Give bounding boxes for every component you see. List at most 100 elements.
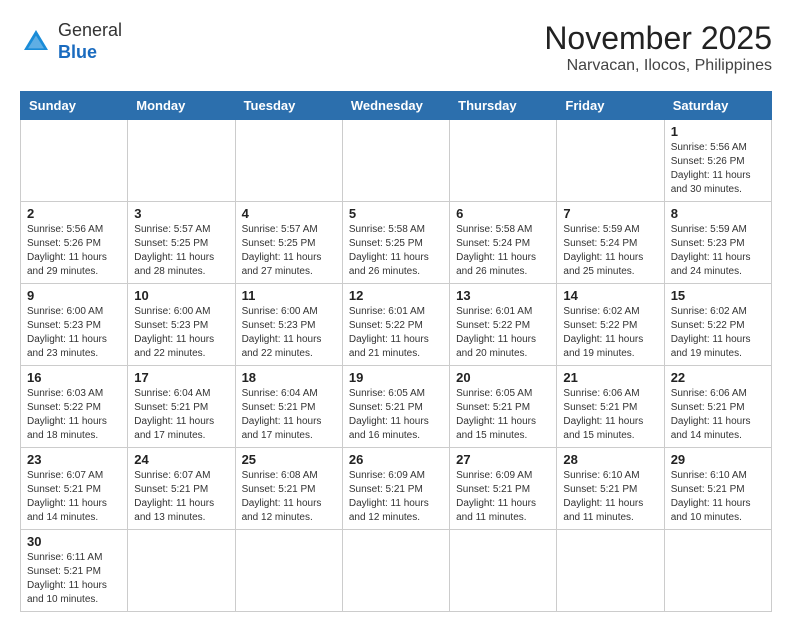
calendar-cell: 2 Sunrise: 5:56 AM Sunset: 5:26 PM Daylig… — [21, 202, 128, 284]
calendar-cell: 5Sunrise: 5:58 AM Sunset: 5:25 PM Daylig… — [342, 202, 449, 284]
day-content: Sunrise: 6:07 AM Sunset: 5:21 PM Dayligh… — [27, 469, 121, 525]
calendar-cell — [235, 120, 342, 202]
day-content: Sunrise: 5:58 AM Sunset: 5:24 PM Dayligh… — [456, 223, 550, 279]
calendar-cell: 1Sunrise: 5:56 AM Sunset: 5:26 PM Daylig… — [664, 120, 771, 202]
calendar-cell: 15 Sunrise: 6:02 AM Sunset: 5:22 PM Dayli… — [664, 284, 771, 366]
calendar-week-row: 9Sunrise: 6:00 AM Sunset: 5:23 PM Daylig… — [21, 284, 772, 366]
day-content: Sunrise: 6:11 AM Sunset: 5:21 PM Dayligh… — [27, 551, 121, 607]
calendar-week-row: 2 Sunrise: 5:56 AM Sunset: 5:26 PM Daylig… — [21, 202, 772, 284]
day-content: Sunrise: 6:06 AM Sunset: 5:21 PM Dayligh… — [563, 387, 657, 443]
weekday-header: Friday — [557, 92, 664, 120]
day-number: 21 — [563, 370, 657, 385]
weekday-header: Sunday — [21, 92, 128, 120]
day-content: Sunrise: 6:00 AM Sunset: 5:23 PM Dayligh… — [27, 305, 121, 361]
calendar-cell — [128, 120, 235, 202]
weekday-header: Monday — [128, 92, 235, 120]
day-number: 11 — [242, 288, 336, 303]
day-content: Sunrise: 6:02 AM Sunset: 5:22 PM Dayligh… — [671, 305, 765, 361]
calendar-cell — [664, 530, 771, 612]
logo-text: General Blue — [58, 20, 122, 63]
weekday-header: Tuesday — [235, 92, 342, 120]
day-content: Sunrise: 6:05 AM Sunset: 5:21 PM Dayligh… — [456, 387, 550, 443]
day-number: 2 — [27, 206, 121, 221]
weekday-header: Wednesday — [342, 92, 449, 120]
day-content: Sunrise: 6:01 AM Sunset: 5:22 PM Dayligh… — [456, 305, 550, 361]
calendar-cell: 11 Sunrise: 6:00 AM Sunset: 5:23 PM Dayli… — [235, 284, 342, 366]
day-number: 7 — [563, 206, 657, 221]
calendar-cell — [450, 530, 557, 612]
day-number: 8 — [671, 206, 765, 221]
calendar-cell: 21 Sunrise: 6:06 AM Sunset: 5:21 PM Dayli… — [557, 366, 664, 448]
calendar-cell — [235, 530, 342, 612]
calendar-cell: 24Sunrise: 6:07 AM Sunset: 5:21 PM Dayli… — [128, 448, 235, 530]
day-number: 15 — [671, 288, 765, 303]
day-number: 12 — [349, 288, 443, 303]
calendar-cell: 9Sunrise: 6:00 AM Sunset: 5:23 PM Daylig… — [21, 284, 128, 366]
calendar-table: SundayMondayTuesdayWednesdayThursdayFrid… — [20, 91, 772, 612]
day-number: 30 — [27, 534, 121, 549]
calendar-cell: 13 Sunrise: 6:01 AM Sunset: 5:22 PM Dayli… — [450, 284, 557, 366]
calendar-cell — [557, 530, 664, 612]
day-number: 10 — [134, 288, 228, 303]
day-content: Sunrise: 6:09 AM Sunset: 5:21 PM Dayligh… — [349, 469, 443, 525]
calendar-cell: 29Sunrise: 6:10 AM Sunset: 5:21 PM Dayli… — [664, 448, 771, 530]
day-number: 20 — [456, 370, 550, 385]
calendar-week-row: 1Sunrise: 5:56 AM Sunset: 5:26 PM Daylig… — [21, 120, 772, 202]
day-content: Sunrise: 6:09 AM Sunset: 5:21 PM Dayligh… — [456, 469, 550, 525]
day-number: 28 — [563, 452, 657, 467]
calendar-week-row: 16Sunrise: 6:03 AM Sunset: 5:22 PM Dayli… — [21, 366, 772, 448]
day-content: Sunrise: 6:08 AM Sunset: 5:21 PM Dayligh… — [242, 469, 336, 525]
day-number: 4 — [242, 206, 336, 221]
day-number: 18 — [242, 370, 336, 385]
calendar-cell: 10 Sunrise: 6:00 AM Sunset: 5:23 PM Dayli… — [128, 284, 235, 366]
day-number: 1 — [671, 124, 765, 139]
day-content: Sunrise: 5:59 AM Sunset: 5:23 PM Dayligh… — [671, 223, 765, 279]
day-number: 5 — [349, 206, 443, 221]
location-subtitle: Narvacan, Ilocos, Philippines — [544, 57, 772, 75]
calendar-cell: 30 Sunrise: 6:11 AM Sunset: 5:21 PM Dayli… — [21, 530, 128, 612]
calendar-cell: 7Sunrise: 5:59 AM Sunset: 5:24 PM Daylig… — [557, 202, 664, 284]
calendar-cell: 4Sunrise: 5:57 AM Sunset: 5:25 PM Daylig… — [235, 202, 342, 284]
calendar-cell: 20 Sunrise: 6:05 AM Sunset: 5:21 PM Dayli… — [450, 366, 557, 448]
day-content: Sunrise: 6:10 AM Sunset: 5:21 PM Dayligh… — [563, 469, 657, 525]
calendar-cell — [557, 120, 664, 202]
logo-icon — [20, 26, 52, 58]
day-number: 25 — [242, 452, 336, 467]
day-content: Sunrise: 5:56 AM Sunset: 5:26 PM Dayligh… — [27, 223, 121, 279]
calendar-cell: 8 Sunrise: 5:59 AM Sunset: 5:23 PM Daylig… — [664, 202, 771, 284]
calendar-cell — [342, 530, 449, 612]
calendar-cell — [21, 120, 128, 202]
calendar-cell: 27 Sunrise: 6:09 AM Sunset: 5:21 PM Dayli… — [450, 448, 557, 530]
weekday-header: Thursday — [450, 92, 557, 120]
calendar-cell: 23 Sunrise: 6:07 AM Sunset: 5:21 PM Dayli… — [21, 448, 128, 530]
day-number: 23 — [27, 452, 121, 467]
calendar-cell: 3Sunrise: 5:57 AM Sunset: 5:25 PM Daylig… — [128, 202, 235, 284]
title-area: November 2025 Narvacan, Ilocos, Philippi… — [544, 20, 772, 75]
calendar-cell: 18Sunrise: 6:04 AM Sunset: 5:21 PM Dayli… — [235, 366, 342, 448]
day-number: 17 — [134, 370, 228, 385]
calendar-cell — [450, 120, 557, 202]
weekday-header: Saturday — [664, 92, 771, 120]
day-number: 13 — [456, 288, 550, 303]
calendar-cell: 22Sunrise: 6:06 AM Sunset: 5:21 PM Dayli… — [664, 366, 771, 448]
logo: General Blue — [20, 20, 122, 63]
calendar-cell — [342, 120, 449, 202]
calendar-week-row: 30 Sunrise: 6:11 AM Sunset: 5:21 PM Dayli… — [21, 530, 772, 612]
day-number: 19 — [349, 370, 443, 385]
month-title: November 2025 — [544, 20, 772, 57]
calendar-cell: 12 Sunrise: 6:01 AM Sunset: 5:22 PM Dayli… — [342, 284, 449, 366]
calendar-cell: 6 Sunrise: 5:58 AM Sunset: 5:24 PM Daylig… — [450, 202, 557, 284]
day-content: Sunrise: 6:05 AM Sunset: 5:21 PM Dayligh… — [349, 387, 443, 443]
calendar-cell: 28 Sunrise: 6:10 AM Sunset: 5:21 PM Dayli… — [557, 448, 664, 530]
calendar-cell: 26Sunrise: 6:09 AM Sunset: 5:21 PM Dayli… — [342, 448, 449, 530]
day-number: 3 — [134, 206, 228, 221]
day-content: Sunrise: 6:00 AM Sunset: 5:23 PM Dayligh… — [134, 305, 228, 361]
day-content: Sunrise: 6:04 AM Sunset: 5:21 PM Dayligh… — [134, 387, 228, 443]
calendar-cell: 17 Sunrise: 6:04 AM Sunset: 5:21 PM Dayli… — [128, 366, 235, 448]
day-content: Sunrise: 6:00 AM Sunset: 5:23 PM Dayligh… — [242, 305, 336, 361]
day-number: 27 — [456, 452, 550, 467]
day-content: Sunrise: 6:02 AM Sunset: 5:22 PM Dayligh… — [563, 305, 657, 361]
day-content: Sunrise: 6:01 AM Sunset: 5:22 PM Dayligh… — [349, 305, 443, 361]
day-content: Sunrise: 6:10 AM Sunset: 5:21 PM Dayligh… — [671, 469, 765, 525]
day-number: 6 — [456, 206, 550, 221]
